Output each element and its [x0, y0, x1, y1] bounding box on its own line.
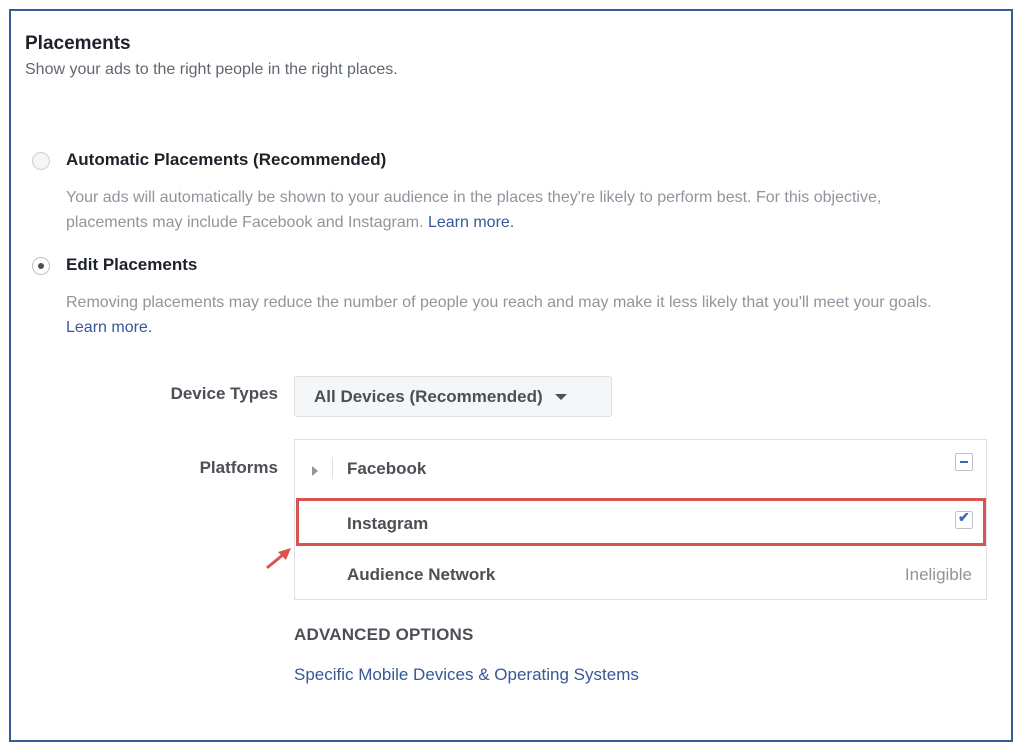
automatic-placements-description: Your ads will automatically be shown to …	[66, 185, 956, 235]
section-title: Placements	[25, 33, 131, 54]
red-arrow-icon	[266, 548, 291, 569]
platforms-list: Facebook Instagram ✔ Audience Network In…	[294, 439, 987, 600]
edit-placements-radio[interactable]	[32, 257, 50, 275]
platform-row-facebook[interactable]: Facebook	[295, 443, 986, 493]
device-types-value: All Devices (Recommended)	[314, 386, 543, 406]
edit-placements-description: Removing placements may reduce the numbe…	[66, 290, 956, 340]
checkmark-icon: ✔	[958, 509, 970, 525]
ineligible-status: Ineligible	[904, 565, 972, 584]
instagram-checkbox[interactable]: ✔	[955, 509, 973, 529]
row-divider	[332, 457, 333, 479]
edit-placements-label[interactable]: Edit Placements	[66, 255, 197, 275]
automatic-learn-more-link[interactable]: Learn more.	[428, 214, 514, 231]
automatic-placements-label[interactable]: Automatic Placements (Recommended)	[66, 150, 386, 170]
platform-row-instagram[interactable]: Instagram ✔	[295, 498, 986, 548]
automatic-placements-radio[interactable]	[32, 152, 50, 170]
platform-label-facebook: Facebook	[347, 459, 427, 478]
edit-learn-more-link[interactable]: Learn more.	[66, 319, 152, 336]
specific-devices-link[interactable]: Specific Mobile Devices & Operating Syst…	[294, 665, 639, 685]
device-types-dropdown[interactable]: All Devices (Recommended)	[294, 376, 612, 417]
facebook-checkbox[interactable]	[955, 453, 973, 471]
minus-icon	[960, 461, 968, 463]
edit-description-text: Removing placements may reduce the numbe…	[66, 294, 932, 311]
advanced-options-heading: ADVANCED OPTIONS	[294, 625, 474, 644]
platforms-label: Platforms	[199, 458, 278, 477]
platform-label-audience-network: Audience Network	[347, 565, 496, 584]
device-types-label: Device Types	[170, 384, 278, 403]
platform-label-instagram: Instagram	[347, 514, 429, 533]
platform-row-audience-network: Audience Network Ineligible	[295, 550, 986, 600]
expand-triangle-icon[interactable]	[312, 466, 318, 476]
caret-down-icon	[554, 393, 567, 400]
section-subtitle: Show your ads to the right people in the…	[25, 61, 398, 78]
